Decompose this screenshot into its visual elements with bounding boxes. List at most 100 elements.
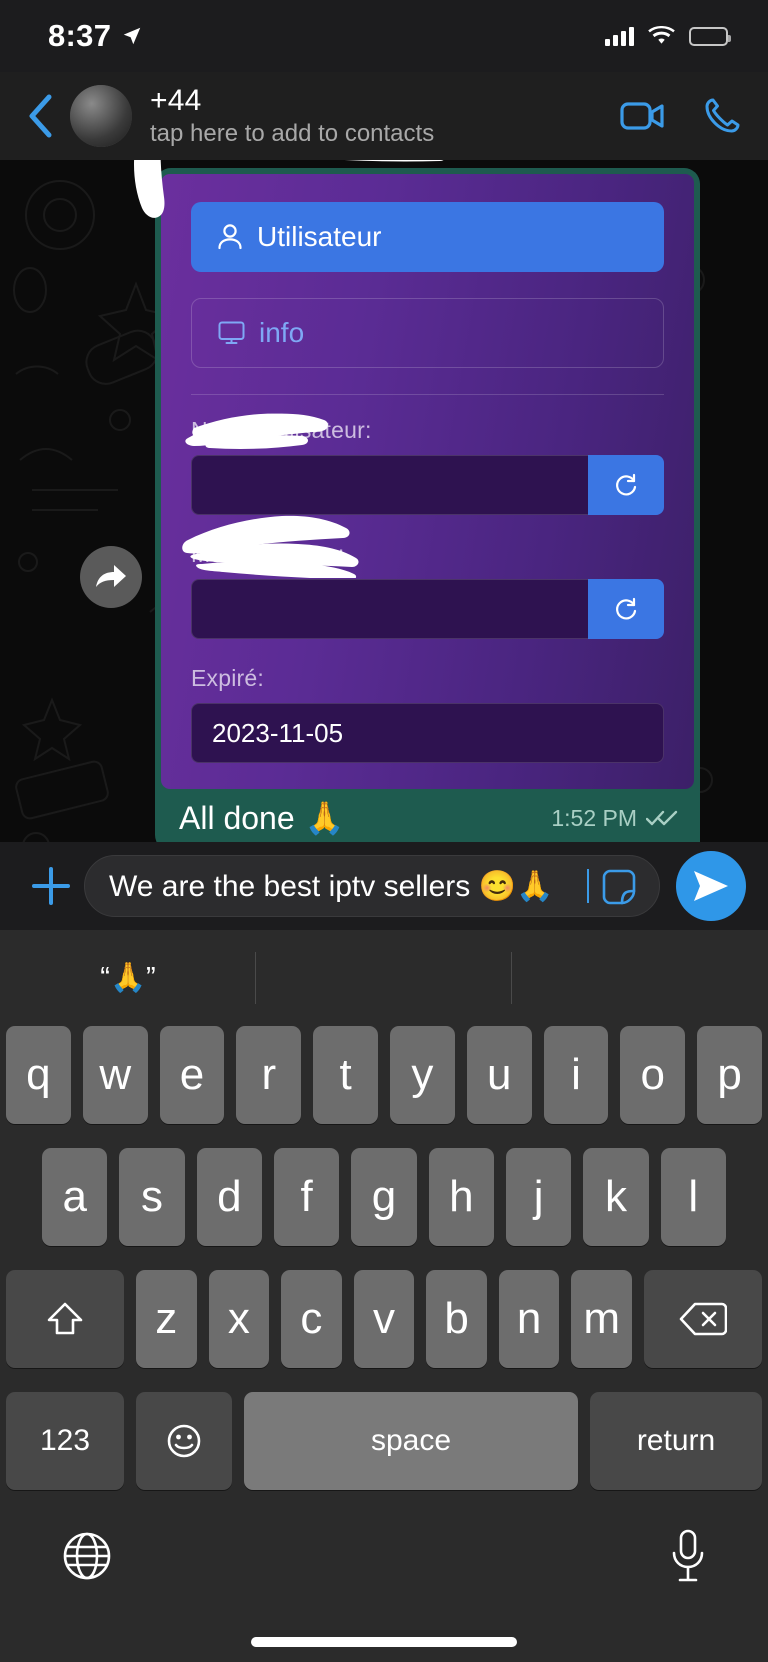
refresh-icon [616, 597, 637, 620]
video-camera-icon[interactable] [620, 99, 666, 133]
key-p[interactable]: p [697, 1026, 762, 1124]
key-j[interactable]: j [505, 1148, 572, 1246]
avatar[interactable] [70, 85, 132, 147]
forward-arrow-icon [96, 565, 126, 587]
key-g[interactable]: g [351, 1148, 417, 1246]
monitor-icon [218, 321, 245, 344]
utilisateur-button[interactable]: Utilisateur [191, 202, 664, 272]
key-e[interactable]: e [159, 1026, 225, 1124]
key-h[interactable]: h [428, 1148, 494, 1246]
field-username-label: Nom d'utilisateur: [191, 417, 372, 443]
key-a[interactable]: a [42, 1148, 108, 1246]
contact-name: +44 [150, 84, 202, 117]
plus-icon [32, 867, 70, 905]
status-bar-time: 8:37 [48, 18, 112, 53]
forward-message-button[interactable] [80, 546, 142, 608]
shift-up-icon [47, 1302, 83, 1335]
utilisateur-button-label: Utilisateur [257, 221, 382, 252]
send-icon [694, 871, 728, 901]
chevron-left-icon [29, 94, 52, 138]
field-password-refresh-button[interactable] [588, 579, 664, 639]
chat-header-titles[interactable]: +44 tap here to add to contacts [150, 84, 606, 148]
keyboard-row-3: z x c v b n m [0, 1270, 768, 1368]
card-divider [191, 394, 664, 395]
status-bar-left: 8:37 [48, 18, 143, 54]
key-t[interactable]: t [313, 1026, 378, 1124]
field-password-input[interactable] [191, 579, 588, 639]
outgoing-message-footer: All done 🙏 1:52 PM [161, 789, 694, 842]
sticker-icon [602, 869, 636, 905]
field-username-input[interactable] [191, 455, 588, 515]
field-username-refresh-button[interactable] [588, 455, 664, 515]
add-to-contacts-hint[interactable]: tap here to add to contacts [150, 120, 606, 148]
field-password: Mot De Passe: [191, 541, 664, 639]
cellular-signal-icon [605, 26, 634, 46]
key-q[interactable]: q [6, 1026, 71, 1124]
prediction-slot-3[interactable] [512, 930, 768, 1026]
info-tab[interactable]: info [191, 298, 664, 368]
key-x[interactable]: x [208, 1270, 270, 1368]
key-r[interactable]: r [236, 1026, 302, 1124]
info-tab-label: info [259, 317, 305, 348]
attach-button[interactable] [18, 853, 84, 919]
prediction-1-label: “🙏” [100, 962, 156, 994]
key-i[interactable]: i [543, 1026, 609, 1124]
emoji-key[interactable] [136, 1392, 232, 1490]
key-c[interactable]: c [281, 1270, 342, 1368]
field-username-row [191, 455, 664, 515]
outgoing-message-text-wrap: All done 🙏 [179, 799, 344, 837]
key-o[interactable]: o [620, 1026, 686, 1124]
chat-message-list[interactable]: Utilisateur info Nom d'utilisateur: Mot … [0, 160, 768, 842]
predictive-text-bar: “🙏” [0, 930, 768, 1026]
double-check-icon [646, 810, 678, 826]
phone-icon[interactable] [702, 96, 742, 136]
key-y[interactable]: y [390, 1026, 455, 1124]
battery-full-icon [689, 26, 731, 46]
prediction-slot-2[interactable] [256, 930, 512, 1026]
key-z[interactable]: z [135, 1270, 197, 1368]
refresh-icon [616, 473, 637, 496]
shift-key[interactable] [5, 1270, 124, 1368]
key-k[interactable]: k [583, 1148, 649, 1246]
sticker-button[interactable] [597, 861, 647, 911]
key-f[interactable]: f [274, 1148, 340, 1246]
key-w[interactable]: w [82, 1026, 148, 1124]
prediction-slot-1[interactable]: “🙏” [0, 930, 256, 1026]
key-m[interactable]: m [571, 1270, 633, 1368]
chat-header: +44 tap here to add to contacts [0, 72, 768, 160]
outgoing-message-bubble[interactable]: Utilisateur info Nom d'utilisateur: Mot … [155, 168, 700, 842]
field-expiry: Expiré: 2023-11-05 [191, 665, 664, 763]
key-n[interactable]: n [498, 1270, 560, 1368]
status-bar: 8:37 [0, 0, 768, 72]
phone-screen: 8:37 +44 tap here to add to contacts Uti… [0, 0, 768, 1662]
chat-header-actions [610, 96, 742, 136]
send-button[interactable] [676, 851, 746, 921]
outgoing-message-text: All done [179, 799, 295, 836]
microphone-icon[interactable] [668, 1528, 708, 1584]
key-b[interactable]: b [426, 1270, 487, 1368]
space-key[interactable]: space [244, 1392, 578, 1490]
return-key[interactable]: return [590, 1392, 762, 1490]
message-input-field[interactable]: We are the best iptv sellers 😊🙏 [84, 855, 660, 917]
key-s[interactable]: s [119, 1148, 185, 1246]
globe-icon[interactable] [60, 1529, 114, 1583]
key-v[interactable]: v [353, 1270, 415, 1368]
attachment-card[interactable]: Utilisateur info Nom d'utilisateur: Mot … [161, 174, 694, 789]
key-l[interactable]: l [660, 1148, 726, 1246]
field-expiry-label: Expiré: [191, 665, 264, 691]
back-button[interactable] [14, 90, 66, 142]
field-password-label: Mot De Passe: [191, 541, 345, 567]
key-u[interactable]: u [466, 1026, 532, 1124]
field-password-row [191, 579, 664, 639]
text-cursor [587, 869, 589, 903]
person-icon [218, 224, 242, 250]
numbers-key[interactable]: 123 [6, 1392, 124, 1490]
home-indicator[interactable] [0, 1622, 768, 1662]
backspace-icon [679, 1302, 728, 1336]
status-bar-right [605, 26, 731, 46]
outgoing-message-meta: 1:52 PM [551, 805, 678, 832]
field-expiry-input[interactable]: 2023-11-05 [191, 703, 664, 763]
virtual-keyboard: “🙏” q w e r t y u i o p a s d f g h j k … [0, 930, 768, 1662]
key-d[interactable]: d [196, 1148, 262, 1246]
backspace-key[interactable] [644, 1270, 763, 1368]
